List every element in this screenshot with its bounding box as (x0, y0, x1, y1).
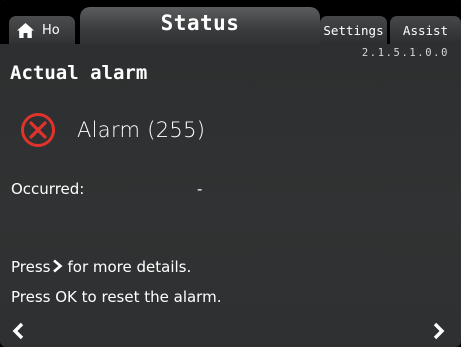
tab-home-label: Ho (42, 22, 60, 38)
reset-hint: Press OK to reset the alarm. (11, 288, 222, 306)
chevron-left-icon[interactable] (10, 320, 26, 342)
tab-settings-label: Settings (323, 22, 384, 38)
chevron-right-icon (53, 259, 63, 273)
tab-settings[interactable]: Settings (320, 16, 387, 44)
tab-status[interactable]: Status (80, 7, 320, 44)
alarm-x-circle-icon (21, 113, 55, 147)
status-page: Ho Settings Assist Status 2.1.5.1.0.0 Ac… (0, 0, 461, 347)
details-hint: Press for more details. (11, 258, 191, 276)
tab-assist[interactable]: Assist (390, 16, 461, 44)
details-hint-prefix: Press (11, 258, 51, 276)
details-hint-suffix: for more details. (67, 258, 192, 276)
tab-assist-label: Assist (402, 22, 449, 38)
page-title: Actual alarm (10, 62, 148, 84)
house-icon (17, 22, 34, 38)
tab-status-label: Status (160, 10, 240, 35)
tab-home[interactable]: Ho (9, 16, 75, 44)
alarm-text: Alarm (255) (77, 118, 206, 142)
display-screen: Ho Settings Assist Status 2.1.5.1.0.0 Ac… (0, 0, 461, 347)
tab-bar: Ho Settings Assist Status (0, 0, 461, 44)
chevron-right-icon[interactable] (431, 320, 447, 342)
menu-id: 2.1.5.1.0.0 (361, 47, 449, 59)
occurred-value: - (197, 180, 203, 198)
occurred-label: Occurred: (11, 180, 85, 198)
